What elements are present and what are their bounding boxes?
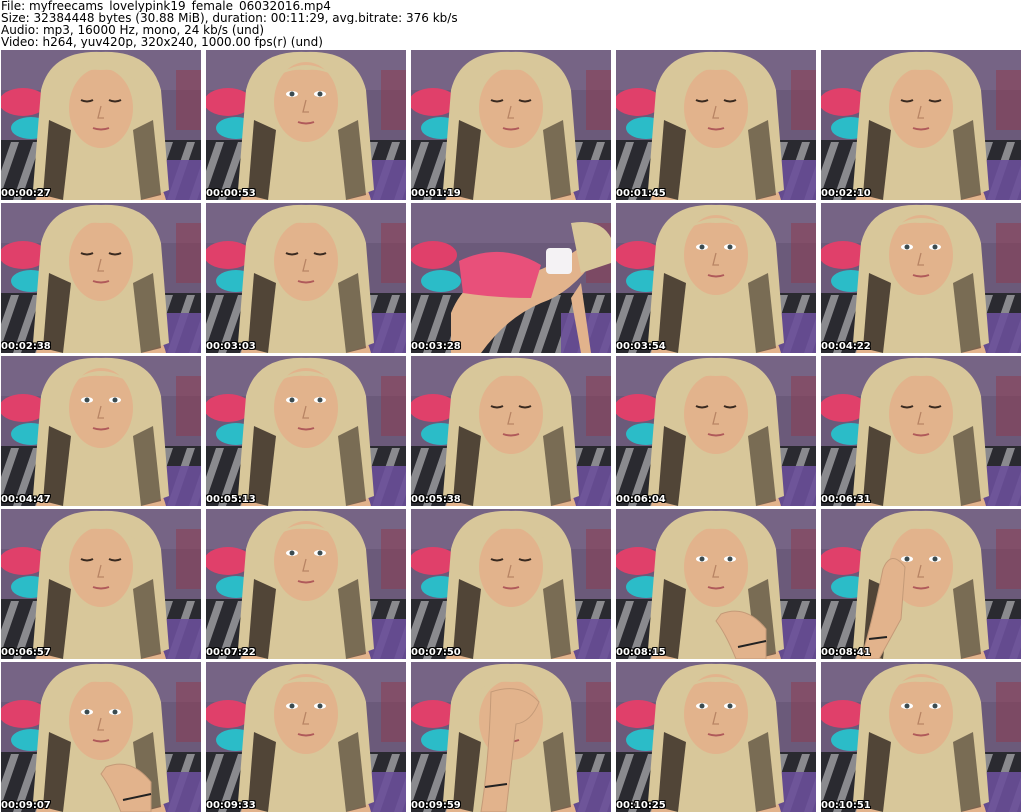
- frame-timestamp: 00:06:04: [616, 494, 666, 505]
- video-thumbnail: 00:09:59: [411, 662, 611, 812]
- video-thumbnail: 00:03:28: [411, 203, 611, 353]
- file-size-line: Size: 32384448 bytes (30.88 MiB), durati…: [1, 12, 458, 24]
- video-frame-image: [616, 662, 816, 812]
- video-frame-image: [1, 662, 201, 812]
- video-frame-image: [821, 509, 1021, 659]
- video-frame-image: [616, 509, 816, 659]
- frame-timestamp: 00:09:59: [411, 800, 461, 811]
- file-info-header: File: myfreecams_lovelypink19_female_060…: [1, 0, 1021, 50]
- video-frame-image: [821, 356, 1021, 506]
- video-frame-image: [411, 509, 611, 659]
- video-thumbnail: 00:07:50: [411, 509, 611, 659]
- video-info-line: Video: h264, yuv420p, 320x240, 1000.00 f…: [1, 36, 323, 48]
- video-frame-image: [411, 662, 611, 812]
- video-thumbnail: 00:04:47: [1, 356, 201, 506]
- video-thumbnail: 00:10:51: [821, 662, 1021, 812]
- frame-timestamp: 00:05:13: [206, 494, 256, 505]
- frame-timestamp: 00:04:47: [1, 494, 51, 505]
- frame-timestamp: 00:09:07: [1, 800, 51, 811]
- video-frame-image: [411, 203, 611, 353]
- video-frame-image: [821, 50, 1021, 200]
- video-frame-image: [1, 203, 201, 353]
- video-frame-image: [1, 50, 201, 200]
- video-frame-image: [206, 50, 406, 200]
- video-thumbnail: 00:00:53: [206, 50, 406, 200]
- video-frame-image: [206, 203, 406, 353]
- video-thumbnail: 00:06:57: [1, 509, 201, 659]
- video-thumbnail: 00:00:27: [1, 50, 201, 200]
- frame-timestamp: 00:08:15: [616, 647, 666, 658]
- audio-info-line: Audio: mp3, 16000 Hz, mono, 24 kb/s (und…: [1, 24, 265, 36]
- frame-timestamp: 00:06:31: [821, 494, 871, 505]
- video-thumbnail: 00:05:13: [206, 356, 406, 506]
- video-thumbnail: 00:06:04: [616, 356, 816, 506]
- video-thumbnail: 00:08:15: [616, 509, 816, 659]
- video-thumbnail: 00:03:03: [206, 203, 406, 353]
- frame-timestamp: 00:02:38: [1, 341, 51, 352]
- video-thumbnail: 00:05:38: [411, 356, 611, 506]
- frame-timestamp: 00:03:03: [206, 341, 256, 352]
- thumbnail-grid: 00:00:27 00:00:53 00:01:19 00:01:45 00:02:10…: [1, 50, 1023, 812]
- video-frame-image: [411, 356, 611, 506]
- video-thumbnail: 00:01:19: [411, 50, 611, 200]
- video-thumbnail: 00:09:33: [206, 662, 406, 812]
- frame-timestamp: 00:00:27: [1, 188, 51, 199]
- frame-timestamp: 00:02:10: [821, 188, 871, 199]
- video-frame-image: [821, 203, 1021, 353]
- video-frame-image: [821, 662, 1021, 812]
- video-thumbnail: 00:01:45: [616, 50, 816, 200]
- video-frame-image: [616, 356, 816, 506]
- frame-timestamp: 00:04:22: [821, 341, 871, 352]
- video-thumbnail: 00:09:07: [1, 662, 201, 812]
- video-frame-image: [616, 203, 816, 353]
- video-thumbnail: 00:06:31: [821, 356, 1021, 506]
- frame-timestamp: 00:03:28: [411, 341, 461, 352]
- video-frame-image: [411, 50, 611, 200]
- video-frame-image: [1, 509, 201, 659]
- frame-timestamp: 00:00:53: [206, 188, 256, 199]
- video-thumbnail: 00:07:22: [206, 509, 406, 659]
- video-thumbnail: 00:02:10: [821, 50, 1021, 200]
- frame-timestamp: 00:01:19: [411, 188, 461, 199]
- video-thumbnail: 00:03:54: [616, 203, 816, 353]
- frame-timestamp: 00:03:54: [616, 341, 666, 352]
- frame-timestamp: 00:10:25: [616, 800, 666, 811]
- frame-timestamp: 00:07:22: [206, 647, 256, 658]
- frame-timestamp: 00:10:51: [821, 800, 871, 811]
- video-thumbnail: 00:02:38: [1, 203, 201, 353]
- frame-timestamp: 00:09:33: [206, 800, 256, 811]
- video-frame-image: [616, 50, 816, 200]
- frame-timestamp: 00:07:50: [411, 647, 461, 658]
- frame-timestamp: 00:05:38: [411, 494, 461, 505]
- frame-timestamp: 00:06:57: [1, 647, 51, 658]
- file-name-line: File: myfreecams_lovelypink19_female_060…: [1, 0, 331, 12]
- frame-timestamp: 00:08:41: [821, 647, 871, 658]
- frame-timestamp: 00:01:45: [616, 188, 666, 199]
- video-frame-image: [1, 356, 201, 506]
- video-thumbnail: 00:04:22: [821, 203, 1021, 353]
- video-thumbnail: 00:08:41: [821, 509, 1021, 659]
- video-frame-image: [206, 356, 406, 506]
- video-frame-image: [206, 662, 406, 812]
- video-frame-image: [206, 509, 406, 659]
- video-thumbnail: 00:10:25: [616, 662, 816, 812]
